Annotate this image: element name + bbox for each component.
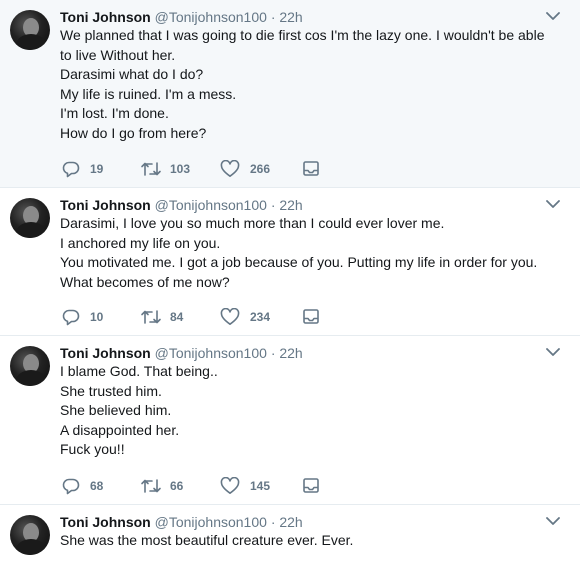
direct-message-button[interactable] <box>302 307 320 327</box>
author-handle[interactable]: @Tonijohnson100 <box>155 345 267 361</box>
tweet-line: She was the most beautiful creature ever… <box>60 532 354 548</box>
envelope-icon <box>303 309 319 324</box>
tweet-line: You motivated me. I got a job because of… <box>60 254 538 271</box>
tweet[interactable]: Toni Johnson @Tonijohnson100 · 22h She w… <box>0 505 580 563</box>
retweet-icon <box>141 162 161 176</box>
direct-message-button[interactable] <box>302 476 320 496</box>
reply-icon <box>62 478 80 495</box>
direct-message-button[interactable] <box>302 159 320 179</box>
avatar[interactable] <box>10 346 50 386</box>
tweet[interactable]: Toni Johnson @Tonijohnson100 · 22h Daras… <box>0 188 580 336</box>
retweet-button[interactable]: 103 <box>140 159 190 179</box>
tweet[interactable]: Toni Johnson @Tonijohnson100 · 22h I bla… <box>0 336 580 505</box>
avatar[interactable] <box>10 198 50 238</box>
reply-button[interactable]: 10 <box>62 307 103 327</box>
retweet-button[interactable]: 84 <box>140 307 183 327</box>
tweet-line: Fuck you!! <box>60 441 125 458</box>
tweet-line: How do I go from here? <box>60 124 207 141</box>
tweet-text: She was the most beautiful creature ever… <box>60 531 560 551</box>
author-name[interactable]: Toni Johnson <box>60 9 151 25</box>
envelope-icon <box>303 478 319 493</box>
tweet-line: She trusted him. <box>60 382 162 399</box>
author-name[interactable]: Toni Johnson <box>60 514 151 530</box>
tweet[interactable]: Toni Johnson @Tonijohnson100 · 22h We pl… <box>0 0 580 188</box>
avatar[interactable] <box>10 10 50 50</box>
author-handle[interactable]: @Tonijohnson100 <box>155 514 267 530</box>
retweet-count: 103 <box>170 162 191 176</box>
retweet-count: 84 <box>170 310 184 324</box>
tweet-header: Toni Johnson @Tonijohnson100 · 22h <box>60 512 540 532</box>
retweet-button[interactable]: 66 <box>140 476 183 496</box>
tweet-line: I'm lost. I'm done. <box>60 105 169 122</box>
chevron-down-icon[interactable] <box>546 11 560 21</box>
author-name[interactable]: Toni Johnson <box>60 197 151 213</box>
author-handle[interactable]: @Tonijohnson100 <box>155 9 267 25</box>
author-handle[interactable]: @Tonijohnson100 <box>155 197 267 213</box>
author-name[interactable]: Toni Johnson <box>60 345 151 361</box>
timestamp[interactable]: · 22h <box>271 9 303 25</box>
tweet-text: Darasimi, I love you so much more than I… <box>60 214 560 292</box>
retweet-icon <box>141 310 161 324</box>
tweet-line: A disappointed her. <box>60 421 180 438</box>
tweet-line: I anchored my life on you. <box>60 234 221 251</box>
heart-icon <box>220 160 240 177</box>
tweet-line: to live Without her. <box>60 46 176 63</box>
tweet-line: I blame God. That being.. <box>60 363 218 379</box>
reply-count: 19 <box>90 162 104 176</box>
tweet-line: Darasimi, I love you so much more than I… <box>60 215 445 231</box>
chevron-down-icon[interactable] <box>546 516 560 526</box>
tweet-text: I blame God. That being.. She trusted hi… <box>60 362 560 460</box>
retweet-count: 66 <box>170 479 184 493</box>
reply-button[interactable]: 68 <box>62 476 103 496</box>
tweet-line: Darasimi what do I do? <box>60 66 204 83</box>
tweet-header: Toni Johnson @Tonijohnson100 · 22h <box>60 343 540 363</box>
chevron-down-icon[interactable] <box>546 199 560 209</box>
like-count: 266 <box>250 162 271 176</box>
chevron-down-icon[interactable] <box>546 347 560 357</box>
like-button[interactable]: 145 <box>220 476 270 496</box>
envelope-icon <box>303 161 319 176</box>
reply-button[interactable]: 19 <box>62 159 103 179</box>
tweet-text: We planned that I was going to die first… <box>60 26 560 144</box>
heart-icon <box>220 308 240 325</box>
tweet-line: We planned that I was going to die first… <box>60 27 545 43</box>
timestamp[interactable]: · 22h <box>271 197 303 213</box>
tweet-line: She believed him. <box>60 402 172 419</box>
like-button[interactable]: 234 <box>220 307 270 327</box>
timestamp[interactable]: · 22h <box>271 345 303 361</box>
reply-icon <box>62 161 80 178</box>
reply-count: 10 <box>90 310 104 324</box>
heart-icon <box>220 477 240 494</box>
tweet-line: What becomes of me now? <box>60 273 230 290</box>
like-count: 145 <box>250 479 271 493</box>
retweet-icon <box>141 479 161 493</box>
like-button[interactable]: 266 <box>220 159 270 179</box>
tweet-header: Toni Johnson @Tonijohnson100 · 22h <box>60 195 540 215</box>
reply-icon <box>62 309 80 326</box>
tweet-line: My life is ruined. I'm a mess. <box>60 85 237 102</box>
tweet-thread: Toni Johnson @Tonijohnson100 · 22h We pl… <box>0 0 580 563</box>
reply-count: 68 <box>90 479 104 493</box>
timestamp[interactable]: · 22h <box>271 514 303 530</box>
tweet-header: Toni Johnson @Tonijohnson100 · 22h <box>60 7 540 27</box>
like-count: 234 <box>250 310 271 324</box>
avatar[interactable] <box>10 515 50 555</box>
